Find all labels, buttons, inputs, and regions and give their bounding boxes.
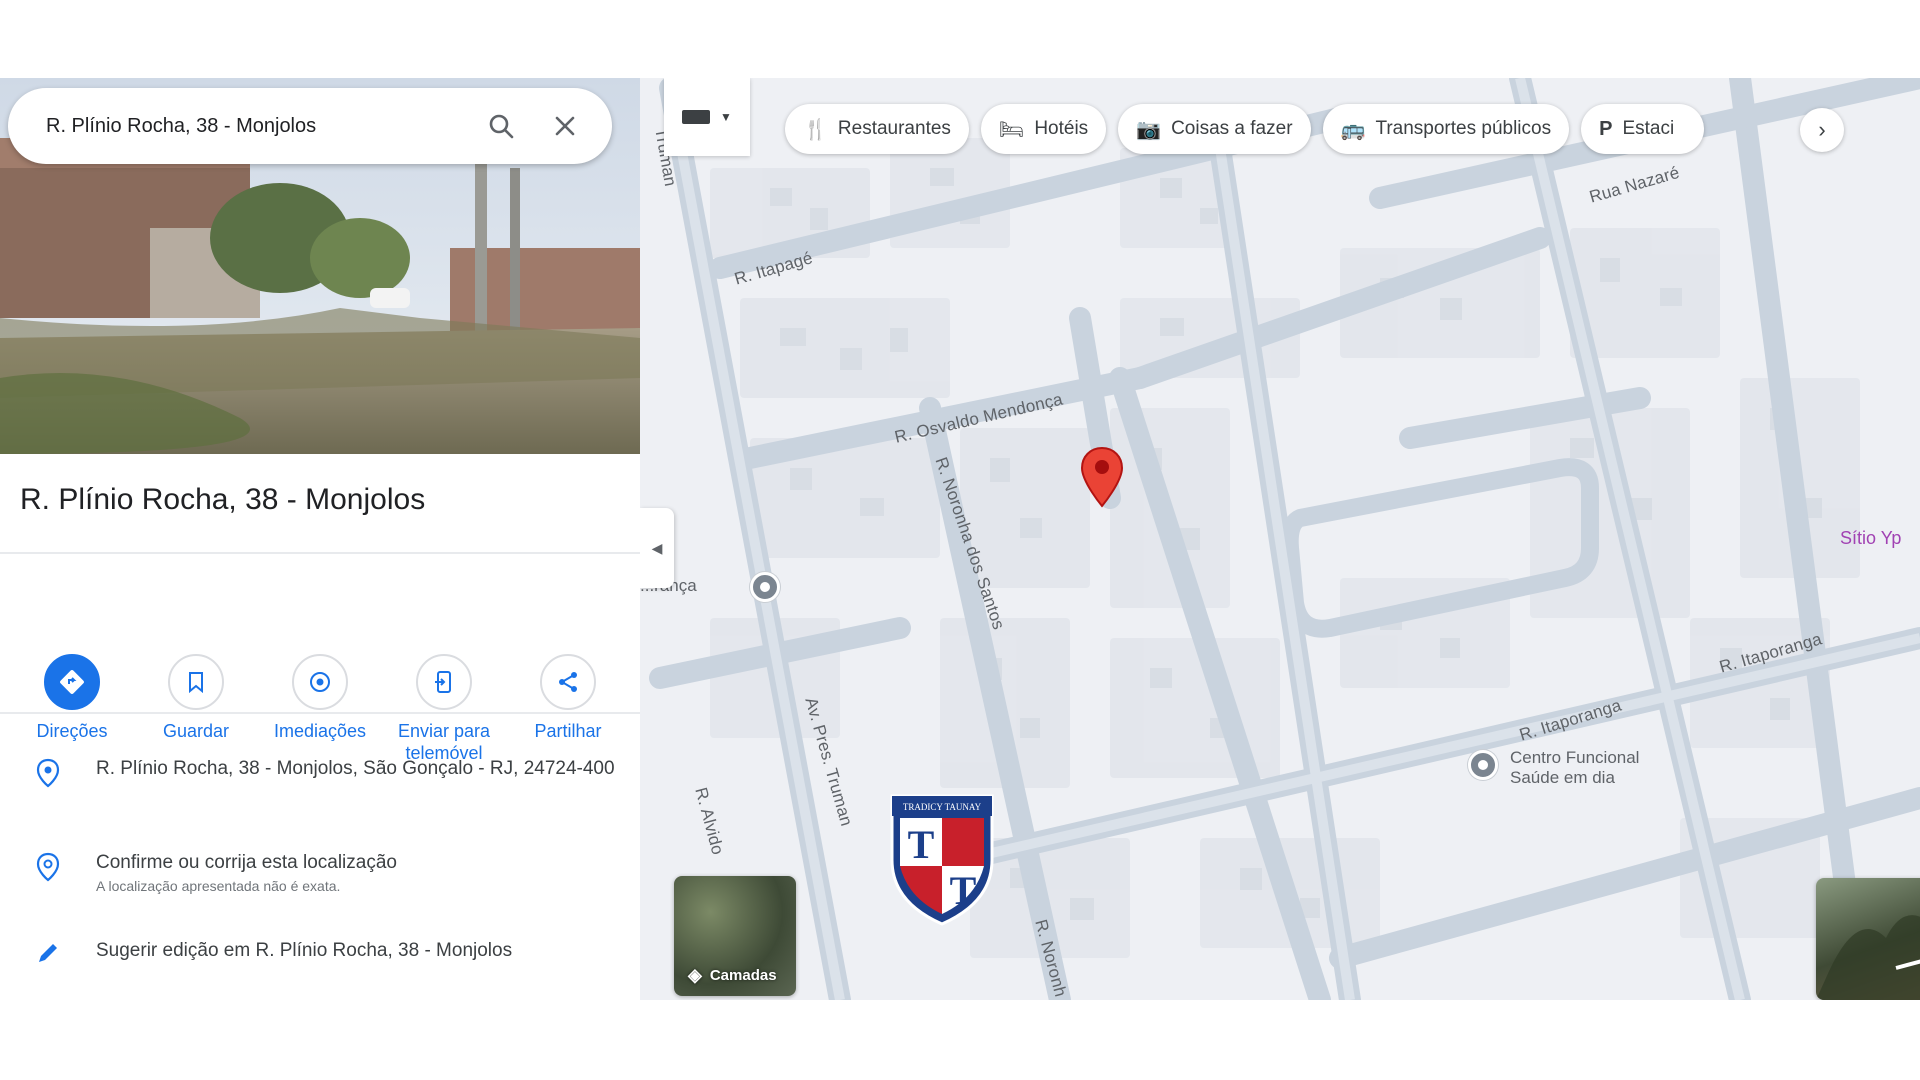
share-button[interactable]: Partilhar xyxy=(510,654,626,764)
save-button[interactable]: Guardar xyxy=(138,654,254,764)
nearby-icon xyxy=(292,654,348,710)
chip-parking[interactable]: P Estaci xyxy=(1581,104,1705,154)
street-view-thumbnail[interactable] xyxy=(1816,878,1920,1000)
chip-restaurants-label: Restaurantes xyxy=(837,118,951,139)
divider xyxy=(0,712,640,714)
send-to-phone-button[interactable]: Enviar para telemóvel xyxy=(386,654,502,764)
chevron-right-icon: › xyxy=(1818,117,1826,142)
poi-label-centro-line1: Centro Funcional xyxy=(1510,748,1640,767)
divider xyxy=(0,552,640,554)
search-icon[interactable] xyxy=(478,103,524,149)
pencil-icon xyxy=(0,936,96,966)
chip-restaurants[interactable]: 🍴 Restaurantes xyxy=(785,104,969,154)
chevron-left-icon: ◀ xyxy=(651,539,663,556)
place-panel: R. Plínio Rocha, 38 - Monjolos Direções … xyxy=(0,78,640,1000)
chip-transit-label: Transportes públicos xyxy=(1375,118,1552,139)
save-label: Guardar xyxy=(162,721,230,741)
chip-transit[interactable]: 🚌 Transportes públicos xyxy=(1322,104,1570,154)
confirm-location-subtitle: A localização apresentada não é exata. xyxy=(96,878,341,894)
collapse-panel-button[interactable]: ◀ xyxy=(640,508,674,588)
search-box[interactable] xyxy=(8,88,612,164)
share-icon xyxy=(540,654,596,710)
layers-label: ◈ Camadas xyxy=(688,965,777,986)
layers-label-text: Camadas xyxy=(709,967,777,984)
street-network xyxy=(649,78,1920,1000)
chips-next-button[interactable]: › xyxy=(1800,108,1844,152)
chip-things-to-do-label: Coisas a fazer xyxy=(1171,118,1293,139)
directions-label: Direções xyxy=(36,721,108,741)
chevron-down-icon: ▼ xyxy=(720,110,732,124)
parking-icon: P xyxy=(1599,117,1613,140)
chip-hotels-label: Hotéis xyxy=(1034,118,1089,139)
suggest-edit-row[interactable]: Sugerir edição em R. Plínio Rocha, 38 - … xyxy=(0,936,640,966)
crest-letter-1: T xyxy=(908,822,935,867)
send-to-phone-icon xyxy=(416,654,472,710)
location-pin-icon[interactable] xyxy=(1080,446,1124,508)
crest-top-text: TRADICY TAUNAY xyxy=(903,802,982,812)
nearby-label: Imediações xyxy=(273,721,367,741)
search-input[interactable] xyxy=(46,114,460,138)
tree-icon xyxy=(1816,915,1920,1000)
chip-parking-label: Estaci xyxy=(1622,118,1675,139)
confirm-location-row[interactable]: Confirme ou corrija esta localização A l… xyxy=(0,848,640,894)
restaurant-icon: 🍴 xyxy=(803,118,828,141)
poi-label-centro: Centro Funcional Saúde em dia xyxy=(1510,748,1639,788)
poi-marker[interactable] xyxy=(750,572,780,602)
keyboard-icon xyxy=(682,110,711,124)
layers-thumbnail[interactable]: ◈ Camadas xyxy=(674,876,796,996)
share-label: Partilhar xyxy=(534,721,602,741)
layers-icon: ◈ xyxy=(688,965,702,985)
location-check-icon xyxy=(0,848,96,882)
poi-marker-centro[interactable] xyxy=(1468,750,1498,780)
action-buttons: Direções Guardar Imediações Enviar para … xyxy=(0,654,640,764)
place-title: R. Plínio Rocha, 38 - Monjolos xyxy=(20,483,426,516)
category-chips: 🍴 Restaurantes 🛏 Hotéis 📷 Coisas a fazer… xyxy=(785,104,1705,154)
suggest-edit-text: Sugerir edição em R. Plínio Rocha, 38 - … xyxy=(96,940,513,961)
close-icon[interactable] xyxy=(542,103,588,149)
map-canvas[interactable]: R. Itapagé Rua Nazaré R. Osvaldo Mendonç… xyxy=(640,78,1920,1000)
hotel-icon: 🛏 xyxy=(998,118,1025,141)
address-text: R. Plínio Rocha, 38 - Monjolos, São Gonç… xyxy=(96,758,615,779)
chip-things-to-do[interactable]: 📷 Coisas a fazer xyxy=(1118,104,1311,154)
bookmark-icon xyxy=(168,654,224,710)
maps-window: R. Itapagé Rua Nazaré R. Osvaldo Mendonç… xyxy=(0,78,1920,1000)
chip-hotels[interactable]: 🛏 Hotéis xyxy=(980,104,1107,154)
camera-icon: 📷 xyxy=(1136,118,1162,141)
confirm-location-title: Confirme ou corrija esta localização xyxy=(96,852,397,873)
address-row[interactable]: R. Plínio Rocha, 38 - Monjolos, São Gonç… xyxy=(0,754,640,788)
crest-letter-2: T xyxy=(950,868,977,913)
directions-button[interactable]: Direções xyxy=(14,654,130,764)
location-marker-icon xyxy=(0,754,96,788)
tradicy-taunay-crest-logo: TRADICY TAUNAY T T xyxy=(890,794,994,926)
transit-icon: 🚌 xyxy=(1340,118,1366,141)
layer-toggle-button[interactable]: ▼ xyxy=(664,78,750,156)
nearby-button[interactable]: Imediações xyxy=(262,654,378,764)
confirm-location-text: Confirme ou corrija esta localização A l… xyxy=(96,848,616,894)
poi-label-centro-line2: Saúde em dia xyxy=(1510,768,1615,787)
directions-icon xyxy=(44,654,100,710)
poi-label-sitio: Sítio Yp xyxy=(1840,528,1902,548)
